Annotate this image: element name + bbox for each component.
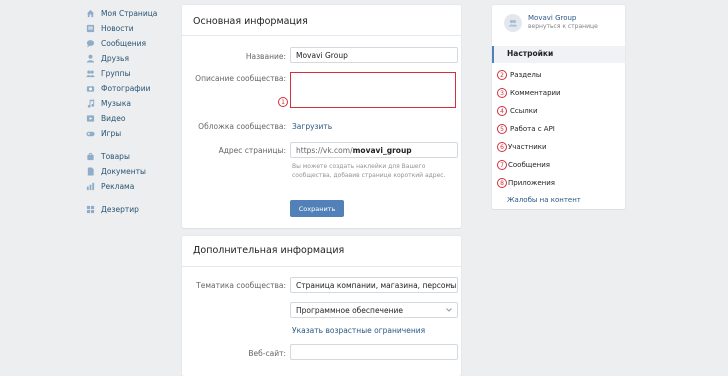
nav-messages[interactable]: Сообщения xyxy=(86,36,176,51)
cover-upload-link[interactable]: Загрузить xyxy=(292,122,332,131)
nav-divider xyxy=(86,141,176,149)
nav-label: Моя Страница xyxy=(101,9,158,18)
nav-label: Новости xyxy=(101,24,134,33)
extra-info-title: Дополнительная информация xyxy=(182,236,461,267)
nav-ads[interactable]: Реклама xyxy=(86,179,176,194)
main-info-panel: Основная информация Название: Movavi Gro… xyxy=(182,5,461,228)
user-icon xyxy=(86,54,95,63)
nav-groups[interactable]: Группы xyxy=(86,66,176,81)
main-info-title: Основная информация xyxy=(182,5,461,36)
left-navigation: Моя Страница Новости Сообщения Друзья Гр… xyxy=(86,6,176,217)
topic-select[interactable]: Страница компании, магазина, персоны xyxy=(290,277,458,293)
nav-photos[interactable]: Фотографии xyxy=(86,81,176,96)
settings-menu: Movavi Group вернуться к странице Настро… xyxy=(492,5,625,209)
app-icon xyxy=(86,205,95,214)
topic-label: Тематика сообщества: xyxy=(196,281,286,290)
address-hint: Вы можете создать наклейки для Вашего со… xyxy=(292,163,446,179)
age-restrictions-link[interactable]: Указать возрастные ограничения xyxy=(292,326,425,335)
extra-info-panel: Дополнительная информация Тематика сообщ… xyxy=(182,236,461,376)
group-icon xyxy=(509,19,517,27)
nav-my-page[interactable]: Моя Страница xyxy=(86,6,176,21)
menu-item-apps[interactable]: Приложения xyxy=(508,179,555,187)
subtopic-value: Программное обеспечение xyxy=(296,306,403,315)
nav-label: Друзья xyxy=(101,54,129,63)
nav-label: Видео xyxy=(101,114,126,123)
nav-label: Реклама xyxy=(101,182,135,191)
annotation-badge-8: 8 xyxy=(497,178,507,188)
name-input[interactable]: Movavi Group xyxy=(290,47,458,63)
annotation-badge-6: 6 xyxy=(497,142,507,152)
back-to-page-link[interactable]: вернуться к странице xyxy=(528,23,598,30)
annotation-badge-4: 4 xyxy=(497,106,507,116)
website-label: Веб-сайт: xyxy=(248,349,286,358)
video-icon xyxy=(86,114,95,123)
nav-news[interactable]: Новости xyxy=(86,21,176,36)
annotation-badge-7: 7 xyxy=(497,160,507,170)
description-label: Описание сообщества: xyxy=(195,74,286,83)
address-label: Адрес страницы: xyxy=(218,146,286,155)
address-value: movavi_group xyxy=(352,146,412,155)
group-icon xyxy=(86,69,95,78)
group-name[interactable]: Movavi Group xyxy=(528,14,598,22)
annotation-badge-1: 1 xyxy=(278,97,288,107)
address-prefix: https://vk.com/ xyxy=(296,146,353,155)
save-button[interactable]: Сохранить xyxy=(290,200,344,217)
annotation-badge-5: 5 xyxy=(497,124,507,134)
topic-value: Страница компании, магазина, персоны xyxy=(296,281,457,290)
nav-label: Документы xyxy=(101,167,146,176)
nav-divider xyxy=(86,194,176,202)
nav-label: Товары xyxy=(101,152,130,161)
message-icon xyxy=(86,39,95,48)
group-avatar xyxy=(504,14,522,32)
nav-label: Сообщения xyxy=(101,39,147,48)
menu-item-comments[interactable]: Комментарии xyxy=(510,89,561,97)
menu-item-links[interactable]: Ссылки xyxy=(510,107,538,115)
cover-label: Обложка сообщества: xyxy=(198,122,286,131)
name-label: Название: xyxy=(245,52,286,61)
annotation-badge-2: 2 xyxy=(497,70,507,80)
camera-icon xyxy=(86,84,95,93)
nav-label: Дезертир xyxy=(101,205,139,214)
menu-item-members[interactable]: Участники xyxy=(508,143,547,151)
chevron-down-icon xyxy=(446,283,452,287)
bag-icon xyxy=(86,152,95,161)
nav-documents[interactable]: Документы xyxy=(86,164,176,179)
website-input[interactable] xyxy=(290,344,458,360)
news-icon xyxy=(86,24,95,33)
ads-icon xyxy=(86,182,95,191)
description-textarea[interactable] xyxy=(290,72,456,108)
nav-friends[interactable]: Друзья xyxy=(86,51,176,66)
nav-app-dezertir[interactable]: Дезертир xyxy=(86,202,176,217)
menu-item-sections[interactable]: Разделы xyxy=(510,71,541,79)
nav-games[interactable]: Игры xyxy=(86,126,176,141)
document-icon xyxy=(86,167,95,176)
menu-item-settings[interactable]: Настройки xyxy=(492,46,625,63)
menu-item-content-reports[interactable]: Жалобы на контент xyxy=(507,196,581,204)
music-icon xyxy=(86,99,95,108)
nav-label: Группы xyxy=(101,69,131,78)
nav-video[interactable]: Видео xyxy=(86,111,176,126)
address-input[interactable]: https://vk.com/movavi_group xyxy=(290,142,458,158)
nav-label: Музыка xyxy=(101,99,131,108)
home-icon xyxy=(86,9,95,18)
nav-music[interactable]: Музыка xyxy=(86,96,176,111)
menu-item-messages[interactable]: Сообщения xyxy=(508,161,550,169)
nav-label: Фотографии xyxy=(101,84,151,93)
chevron-down-icon xyxy=(446,308,452,312)
nav-goods[interactable]: Товары xyxy=(86,149,176,164)
games-icon xyxy=(86,129,95,138)
subtopic-select[interactable]: Программное обеспечение xyxy=(290,302,458,318)
nav-label: Игры xyxy=(101,129,122,138)
annotation-badge-3: 3 xyxy=(497,88,507,98)
group-card[interactable]: Movavi Group вернуться к странице xyxy=(504,14,598,32)
menu-item-api[interactable]: Работа с API xyxy=(510,125,555,133)
